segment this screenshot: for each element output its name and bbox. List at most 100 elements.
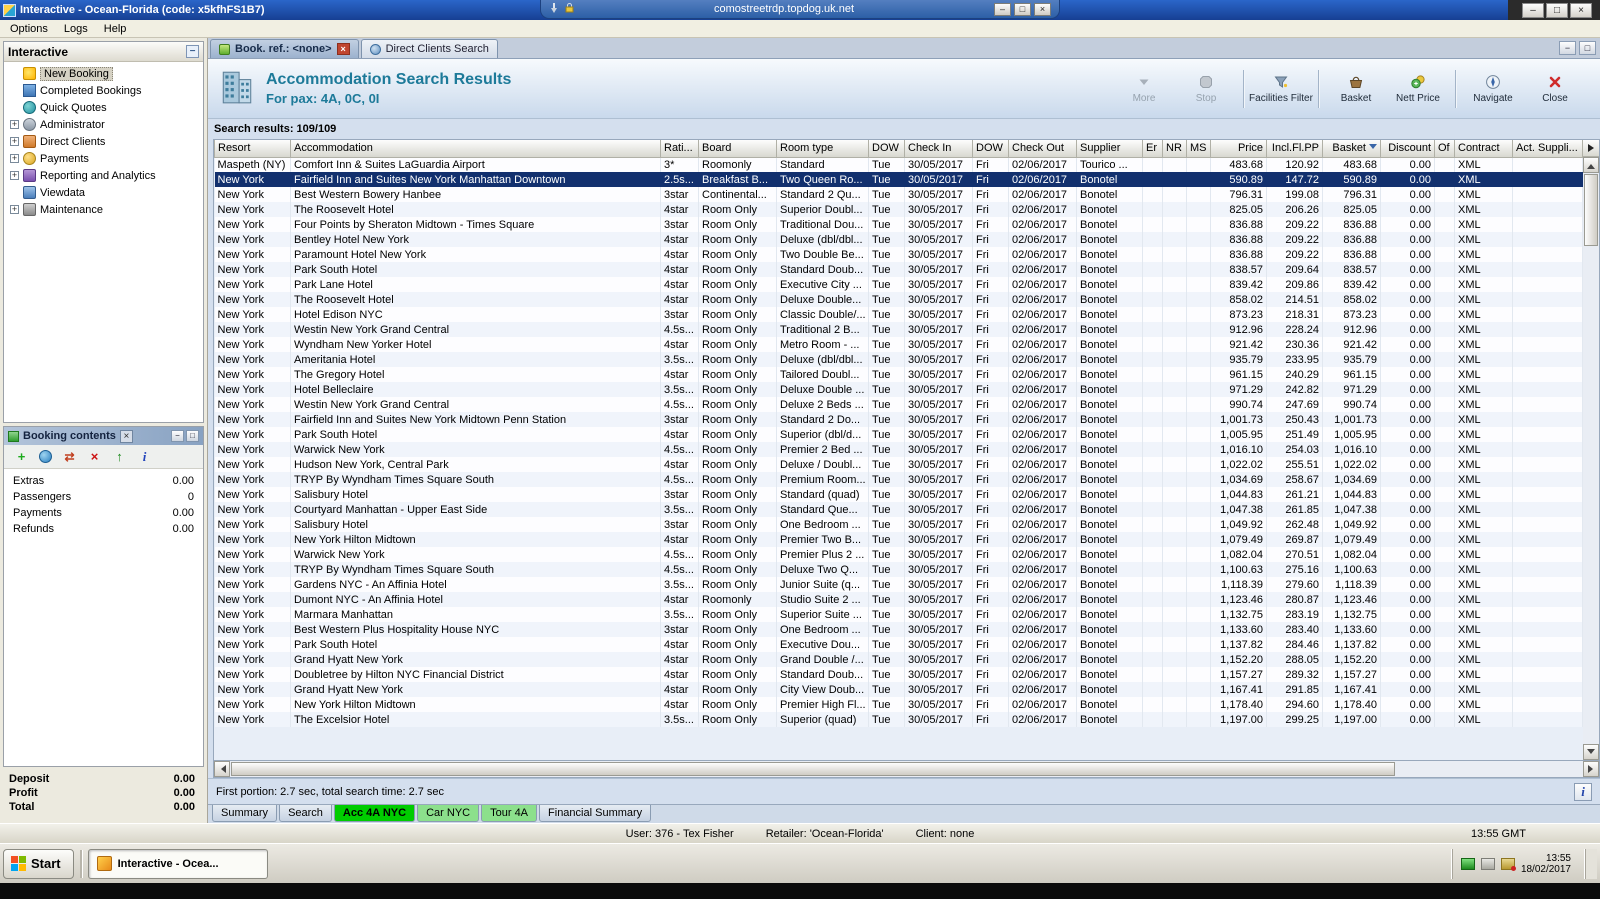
column-header-act-suppli[interactable]: Act. Suppli...: [1512, 140, 1583, 158]
table-row[interactable]: New York TRYP By Wyndham Times Square Sou…: [214, 562, 1583, 577]
table-row[interactable]: New York Best Western Bowery Hanbee 3star C…: [214, 187, 1583, 202]
table-row[interactable]: New York Westin New York Grand Central 4.5…: [214, 322, 1583, 337]
horizontal-scroll-thumb[interactable]: [231, 762, 1395, 776]
expander-icon[interactable]: +: [10, 120, 19, 129]
horizontal-scroll-track[interactable]: [230, 761, 1583, 777]
globe-icon[interactable]: [39, 450, 52, 463]
info-icon[interactable]: i: [137, 449, 152, 464]
network-icon[interactable]: [1460, 857, 1475, 870]
column-header-discount[interactable]: Discount: [1380, 140, 1435, 158]
taskbar-task-button[interactable]: Interactive - Ocea...: [87, 848, 268, 879]
column-header-basket[interactable]: Basket: [1322, 140, 1381, 158]
maximize-button[interactable]: □: [1546, 2, 1568, 18]
mdi-minimize-button[interactable]: −: [1559, 41, 1576, 55]
bottom-tab-acc-4a-nyc[interactable]: Acc 4A NYC: [333, 805, 416, 822]
bottom-tab-summary[interactable]: Summary: [212, 805, 278, 822]
column-header-price[interactable]: Price: [1210, 140, 1267, 158]
column-header-check-in[interactable]: Check In: [904, 140, 973, 158]
table-row[interactable]: New York Warwick New York 4.5s... Room Only…: [214, 547, 1583, 562]
table-row[interactable]: New York Park South Hotel 4star Room Only Ex…: [214, 637, 1583, 652]
tab-close-icon[interactable]: ×: [336, 43, 350, 55]
horizontal-scrollbar[interactable]: [213, 761, 1600, 778]
start-button[interactable]: Start: [3, 848, 74, 879]
volume-icon[interactable]: [1500, 857, 1516, 871]
column-header-resort[interactable]: Resort: [214, 140, 291, 158]
rdp-restore-button[interactable]: □: [1014, 2, 1031, 16]
column-header-er[interactable]: Er: [1142, 140, 1163, 158]
table-row[interactable]: New York Warwick New York 4.5s... Room Only…: [214, 442, 1583, 457]
navigate-button[interactable]: Navigate: [1464, 74, 1522, 104]
tab-direct-clients-search[interactable]: Direct Clients Search: [360, 39, 498, 58]
table-row[interactable]: New York Fairfield Inn and Suites New Yor…: [214, 172, 1583, 187]
table-row[interactable]: New York The Roosevelt Hotel 4star Room Onl…: [214, 202, 1583, 217]
table-row[interactable]: New York Park Lane Hotel 4star Room Only Exe…: [214, 277, 1583, 292]
booking-contents-close-icon[interactable]: ×: [119, 429, 133, 443]
booking-contents-float-button[interactable]: □: [186, 430, 199, 442]
column-header-dow[interactable]: DOW: [868, 140, 905, 158]
nett-price-button[interactable]: Nett Price: [1389, 74, 1447, 104]
column-header-incl-fl-pp[interactable]: Incl.Fl.PP: [1266, 140, 1323, 158]
table-row[interactable]: New York Doubletree by Hilton NYC Financi…: [214, 667, 1583, 682]
column-header-dow[interactable]: DOW: [972, 140, 1009, 158]
sidebar-item-completed-bookings[interactable]: +Completed Bookings: [4, 82, 203, 99]
table-row[interactable]: New York New York Hilton Midtown 4star Room…: [214, 697, 1583, 712]
column-header-check-out[interactable]: Check Out: [1008, 140, 1077, 158]
table-row[interactable]: New York Gardens NYC - An Affinia Hotel 3.…: [214, 577, 1583, 592]
show-desktop-button[interactable]: [1585, 848, 1597, 879]
scroll-up-button[interactable]: [1583, 157, 1599, 173]
table-row[interactable]: New York Grand Hyatt New York 4star Room On…: [214, 682, 1583, 697]
table-row[interactable]: New York Bentley Hotel New York 4star Room …: [214, 232, 1583, 247]
column-header-of[interactable]: Of: [1434, 140, 1455, 158]
table-row[interactable]: New York Best Western Plus Hospitality Ho…: [214, 622, 1583, 637]
table-row[interactable]: New York Salisbury Hotel 3star Room Only One…: [214, 517, 1583, 532]
table-row[interactable]: Maspeth (NY) Comfort Inn & Suites LaGuard…: [214, 157, 1583, 172]
printer-icon[interactable]: [1480, 857, 1495, 870]
mdi-restore-button[interactable]: □: [1579, 41, 1596, 55]
bottom-tab-car-nyc[interactable]: Car NYC: [417, 805, 480, 822]
vertical-scroll-track[interactable]: [1583, 173, 1599, 744]
table-row[interactable]: New York Ameritania Hotel 3.5s... Room Only…: [214, 352, 1583, 367]
scroll-right-button[interactable]: [1583, 761, 1599, 777]
table-row[interactable]: New York Park South Hotel 4star Room Only Su…: [214, 427, 1583, 442]
bottom-tab-tour-4a[interactable]: Tour 4A: [481, 805, 538, 822]
basket-button[interactable]: Basket: [1327, 74, 1385, 104]
table-row[interactable]: New York Courtyard Manhattan - Upper East…: [214, 502, 1583, 517]
table-row[interactable]: New York Hotel Belleclaire 3.5s... Room Onl…: [214, 382, 1583, 397]
expander-icon[interactable]: +: [10, 205, 19, 214]
bottom-tab-financial-summary[interactable]: Financial Summary: [539, 805, 652, 822]
facilities-filter-button[interactable]: Facilities Filter: [1249, 74, 1313, 104]
column-header-room-type[interactable]: Room type: [776, 140, 869, 158]
table-row[interactable]: New York Dumont NYC - An Affinia Hotel 4st…: [214, 592, 1583, 607]
close-button[interactable]: Close: [1526, 74, 1584, 104]
table-row[interactable]: New York Salisbury Hotel 3star Room Only Sta…: [214, 487, 1583, 502]
delete-icon[interactable]: ×: [87, 449, 102, 464]
table-row[interactable]: New York Park South Hotel 4star Room Only St…: [214, 262, 1583, 277]
expander-icon[interactable]: +: [10, 154, 19, 163]
vertical-scrollbar[interactable]: [1583, 139, 1600, 761]
sidebar-item-maintenance[interactable]: + Maintenance: [4, 201, 203, 218]
menu-help[interactable]: Help: [96, 21, 135, 37]
table-row[interactable]: New York Wyndham New Yorker Hotel 4star Roo…: [214, 337, 1583, 352]
column-header-contract[interactable]: Contract: [1454, 140, 1513, 158]
booking-contents-minimize-button[interactable]: −: [171, 430, 184, 442]
vertical-scroll-thumb[interactable]: [1584, 174, 1598, 246]
column-header-board[interactable]: Board: [698, 140, 777, 158]
table-row[interactable]: New York Westin New York Grand Central 4.5…: [214, 397, 1583, 412]
sidebar-item-administrator[interactable]: + Administrator: [4, 116, 203, 133]
scroll-down-button[interactable]: [1583, 744, 1599, 760]
column-header-rati[interactable]: Rati...: [660, 140, 699, 158]
column-header-nr[interactable]: NR: [1162, 140, 1187, 158]
sidebar-item-direct-clients[interactable]: + Direct Clients: [4, 133, 203, 150]
sidebar-item-payments[interactable]: + Payments: [4, 150, 203, 167]
info-button[interactable]: i: [1574, 782, 1592, 801]
export-icon[interactable]: ↑: [112, 449, 127, 464]
sidebar-item-viewdata[interactable]: +Viewdata: [4, 184, 203, 201]
close-button[interactable]: ×: [1570, 2, 1592, 18]
rdp-minimize-button[interactable]: –: [994, 2, 1011, 16]
table-row[interactable]: New York The Gregory Hotel 4star Room Only T…: [214, 367, 1583, 382]
scroll-left-button[interactable]: [214, 761, 230, 777]
table-row[interactable]: New York Paramount Hotel New York 4star Roo…: [214, 247, 1583, 262]
column-header-ms[interactable]: MS: [1186, 140, 1211, 158]
basket-filter-icon[interactable]: [1369, 143, 1377, 153]
table-row[interactable]: New York Hotel Edison NYC 3star Room Only Cl…: [214, 307, 1583, 322]
